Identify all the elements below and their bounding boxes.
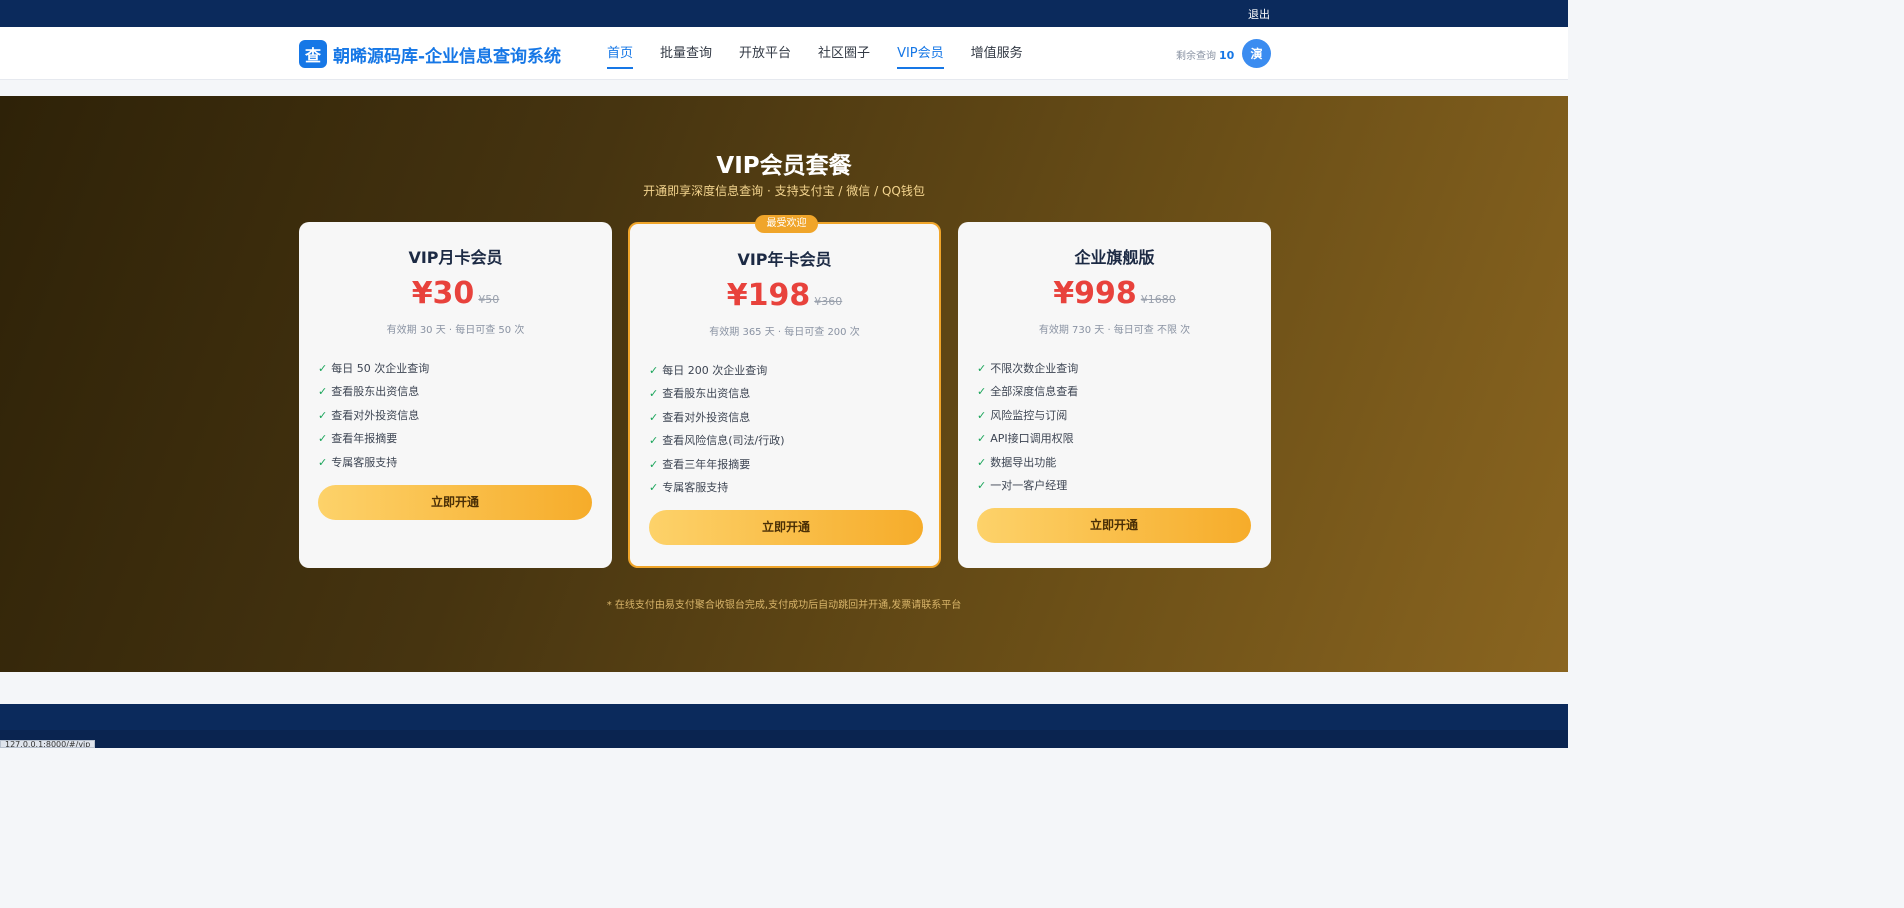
plan-validity: 有效期 30 天 · 每日可查 50 次 [386, 325, 525, 336]
plan-feature: ✓ 查看股东出资信息 [318, 385, 420, 399]
check-icon: ✓ [977, 408, 987, 422]
check-icon: ✓ [649, 457, 659, 471]
subscribe-button-yearly[interactable]: 立即开通 [649, 510, 923, 545]
nav-item-open-platform[interactable]: 开放平台 [739, 27, 791, 80]
nav-item-home[interactable]: 首页 [607, 27, 634, 80]
popular-badge: 最受欢迎 [755, 215, 818, 233]
plan-price: ¥198 ¥360 [630, 278, 939, 313]
check-icon: ✓ [649, 480, 659, 494]
plan-feature: ✓ 全部深度信息查看 [977, 385, 1079, 399]
logout-link[interactable]: 退出 [1248, 6, 1270, 22]
plan-feature: ✓ 风险监控与订阅 [977, 408, 1068, 422]
plan-feature: ✓ 专属客服支持 [649, 480, 729, 494]
plan-price-current: ¥198 [726, 278, 811, 313]
plan-price-original: ¥1680 [1140, 293, 1176, 306]
plan-feature: ✓ 查看风险信息(司法/行政) [649, 434, 785, 448]
plan-price: ¥998 ¥1680 [958, 276, 1271, 311]
page-subtitle: 开通即享深度信息查询 · 支持支付宝 / 微信 / QQ钱包 [643, 184, 925, 198]
check-icon: ✓ [977, 455, 987, 469]
plan-title: VIP年卡会员 [737, 250, 832, 269]
plan-feature: ✓ 查看对外投资信息 [649, 410, 751, 424]
payment-note: * 在线支付由易支付聚合收银台完成,支付成功后自动跳回并开通,发票请联系平台 [606, 600, 962, 611]
check-icon: ✓ [977, 362, 987, 375]
page-title: VIP会员套餐 [716, 153, 852, 179]
check-icon: ✓ [318, 432, 328, 446]
header: 查 朝晞源码库-企业信息查询系统 首页 批量查询 开放平台 社区圈子 VIP会员… [0, 27, 1568, 80]
plan-card-monthly: VIP月卡会员 ¥30 ¥50 有效期 30 天 · 每日可查 50 次 ✓ 每日 … [299, 222, 612, 568]
plan-feature: ✓ API接口调用权限 [977, 432, 1074, 446]
subscribe-button-monthly[interactable]: 立即开通 [318, 485, 592, 520]
plan-feature: ✓ 查看对外投资信息 [318, 408, 420, 422]
nav-item-batch-query[interactable]: 批量查询 [660, 27, 712, 80]
check-icon: ✓ [318, 385, 328, 399]
plan-feature-list: ✓ 不限次数企业查询 ✓ 全部深度信息查看 ✓ 风险监控与订阅 ✓ API接口调用权限 … [977, 357, 1078, 497]
footer-strip [0, 730, 1568, 748]
check-icon: ✓ [318, 408, 328, 422]
site-name: 朝晞源码库-企业信息查询系统 [333, 46, 562, 67]
quota-label: 剩余查询 [1176, 51, 1216, 62]
check-icon: ✓ [318, 362, 328, 375]
plan-feature: ✓ 数据导出功能 [977, 455, 1057, 469]
logo-icon: 查 [299, 40, 327, 68]
check-icon: ✓ [977, 432, 987, 446]
plan-validity: 有效期 365 天 · 每日可查 200 次 [709, 327, 860, 338]
plan-card-enterprise: 企业旗舰版 ¥998 ¥1680 有效期 730 天 · 每日可查 不限 次 ✓ 不… [958, 222, 1271, 568]
plan-feature: ✓ 专属客服支持 [318, 455, 398, 469]
status-bar-url: 127.0.0.1:8000/#/vip [0, 740, 96, 748]
plan-price-current: ¥30 [411, 276, 475, 311]
plan-feature: ✓ 查看年报摘要 [318, 432, 398, 446]
check-icon: ✓ [977, 478, 987, 492]
avatar[interactable]: 演 [1242, 39, 1271, 68]
check-icon: ✓ [649, 410, 659, 424]
brand[interactable]: 查 朝晞源码库-企业信息查询系统 [299, 40, 561, 68]
check-icon: ✓ [318, 455, 328, 469]
plan-feature-list: ✓ 每日 200 次企业查询 ✓ 查看股东出资信息 ✓ 查看对外投资信息 ✓ 查看风险信… [649, 359, 785, 499]
plan-validity: 有效期 730 天 · 每日可查 不限 次 [1038, 325, 1191, 336]
plan-price-original: ¥360 [814, 295, 843, 308]
plan-feature: ✓ 不限次数企业查询 [977, 362, 1079, 375]
check-icon: ✓ [649, 387, 659, 401]
quota-value: 10 [1219, 49, 1235, 62]
plan-feature: ✓ 每日 200 次企业查询 [649, 364, 768, 377]
query-quota: 剩余查询 10 [1176, 47, 1234, 62]
nav-item-value-added[interactable]: 增值服务 [971, 27, 1023, 80]
check-icon: ✓ [649, 364, 659, 377]
plan-price-current: ¥998 [1053, 276, 1137, 311]
plan-feature: ✓ 查看三年年报摘要 [649, 457, 751, 471]
plan-title: VIP月卡会员 [408, 248, 503, 267]
plan-feature: ✓ 一对一客户经理 [977, 478, 1068, 492]
plan-feature-list: ✓ 每日 50 次企业查询 ✓ 查看股东出资信息 ✓ 查看对外投资信息 ✓ 查看年报摘要… [318, 357, 429, 474]
footer [0, 704, 1568, 748]
plan-title: 企业旗舰版 [1074, 248, 1155, 267]
main-nav: 首页 批量查询 开放平台 社区圈子 VIP会员 增值服务 [607, 27, 1050, 80]
plan-feature: ✓ 查看股东出资信息 [649, 387, 751, 401]
subscribe-button-enterprise[interactable]: 立即开通 [977, 508, 1251, 543]
vip-hero: VIP会员套餐 开通即享深度信息查询 · 支持支付宝 / 微信 / QQ钱包 V… [0, 96, 1568, 672]
plan-feature: ✓ 每日 50 次企业查询 [318, 362, 430, 375]
plan-card-yearly: 最受欢迎 VIP年卡会员 ¥198 ¥360 有效期 365 天 · 每日可查 2… [628, 215, 941, 568]
check-icon: ✓ [977, 385, 987, 399]
nav-item-vip[interactable]: VIP会员 [897, 27, 944, 80]
top-bar: 退出 [0, 0, 1568, 27]
plan-price: ¥30 ¥50 [299, 276, 612, 311]
check-icon: ✓ [649, 434, 659, 448]
nav-item-community[interactable]: 社区圈子 [818, 27, 870, 80]
plan-price-original: ¥50 [478, 293, 500, 306]
